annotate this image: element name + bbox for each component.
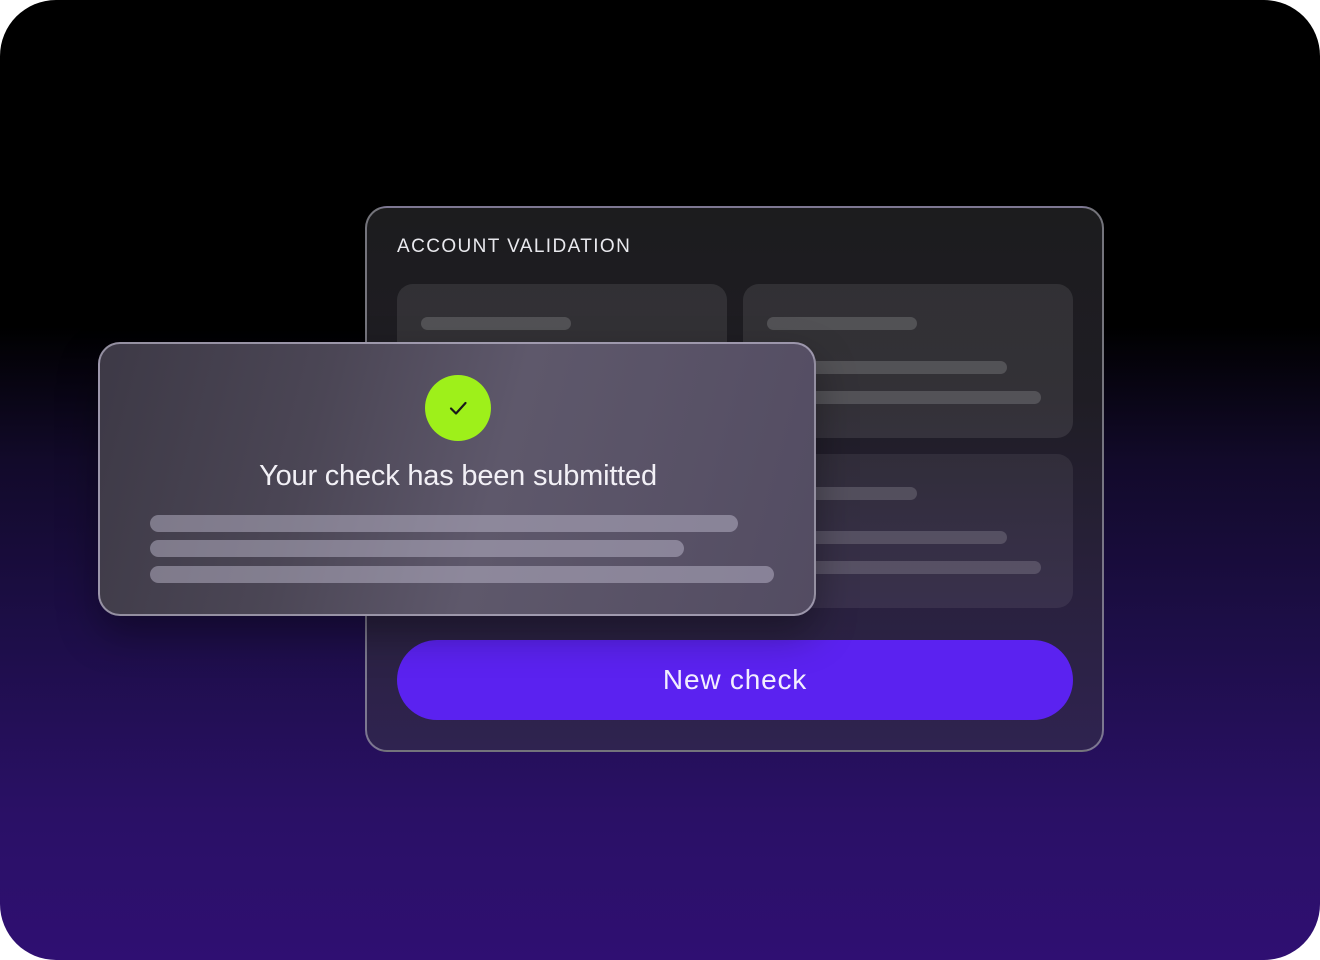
toast-message: Your check has been submitted	[259, 460, 657, 492]
app-frame: ACCOUNT VALIDATION New check Your check …	[0, 0, 1320, 960]
placeholder-line	[150, 515, 738, 532]
panel-title: ACCOUNT VALIDATION	[397, 236, 632, 257]
success-badge	[425, 375, 491, 441]
submission-toast: Your check has been submitted	[98, 342, 816, 616]
new-check-button[interactable]: New check	[397, 640, 1073, 720]
placeholder-line	[150, 566, 774, 583]
placeholder-line	[767, 317, 917, 330]
checkmark-icon	[449, 401, 467, 415]
placeholder-line	[150, 540, 684, 557]
placeholder-line	[421, 317, 571, 330]
